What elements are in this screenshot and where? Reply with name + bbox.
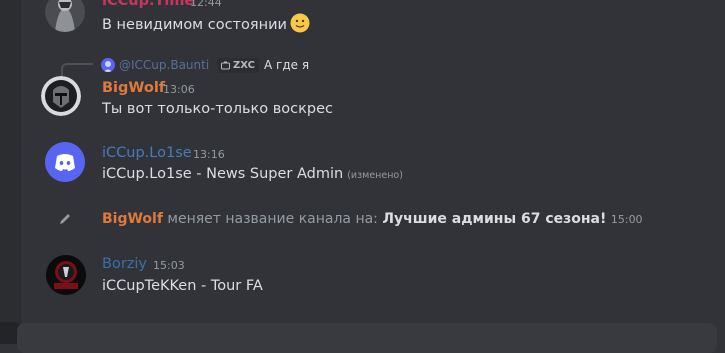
guild-tag-badge[interactable]: ZXC (217, 58, 259, 73)
avatar[interactable] (45, 0, 85, 32)
avatar[interactable] (41, 76, 81, 116)
message-author[interactable]: iCCup.Lo1se (102, 145, 192, 161)
message-timestamp: 13:06 (163, 83, 195, 96)
message-author[interactable]: iCCup.Time (102, 0, 194, 9)
system-timestamp: 15:00 (610, 213, 643, 226)
avatar[interactable] (45, 142, 85, 182)
message-list: iCCup.Time 12:44 В невидимом состоянии @… (21, 0, 725, 344)
edited-label: (изменено) (347, 170, 403, 181)
reply-preview-text[interactable]: А где я (264, 58, 309, 72)
system-author[interactable]: BigWolf (102, 211, 163, 227)
message-timestamp: 15:03 (153, 259, 185, 272)
message-timestamp: 12:44 (190, 0, 222, 9)
system-action-text: меняет название канала на: (167, 211, 378, 227)
reply-connector (61, 63, 93, 77)
message-text: iCCupTeKKen - Tour FA (102, 278, 263, 294)
warrior-avatar-icon (45, 0, 85, 32)
slightly-smiling-face-icon (290, 13, 310, 33)
channel-rename-notice: BigWolf меняет название канала на: Лучши… (102, 211, 643, 227)
person-avatar-icon (103, 61, 113, 72)
reply-avatar[interactable] (101, 58, 115, 72)
avatar[interactable] (46, 255, 86, 295)
message-content: В невидимом состоянии (102, 13, 310, 33)
guild-tag-label: ZXC (233, 60, 255, 71)
message-text: В невидимом состоянии (102, 17, 287, 33)
new-channel-name: Лучшие админы 67 сезона! (382, 211, 607, 227)
pencil-icon (60, 214, 70, 224)
message-text: Ты вот только-только воскрес (102, 101, 333, 117)
message-content: iCCup.Lo1se - News Super Admin (изменено) (102, 166, 403, 182)
tag-icon (221, 61, 230, 70)
message-timestamp: 13:16 (193, 148, 225, 161)
message-input[interactable] (17, 323, 717, 353)
helmet-avatar-icon (41, 76, 81, 116)
channel-sidebar (0, 0, 21, 344)
reply-author[interactable]: @ICCup.Baunti (119, 58, 209, 72)
emblem-avatar-icon (46, 255, 86, 295)
discord-logo-icon (45, 142, 85, 182)
message-author[interactable]: Borziy (102, 256, 147, 272)
message-text: iCCup.Lo1se - News Super Admin (102, 166, 344, 182)
message-author[interactable]: BigWolf (102, 80, 165, 96)
